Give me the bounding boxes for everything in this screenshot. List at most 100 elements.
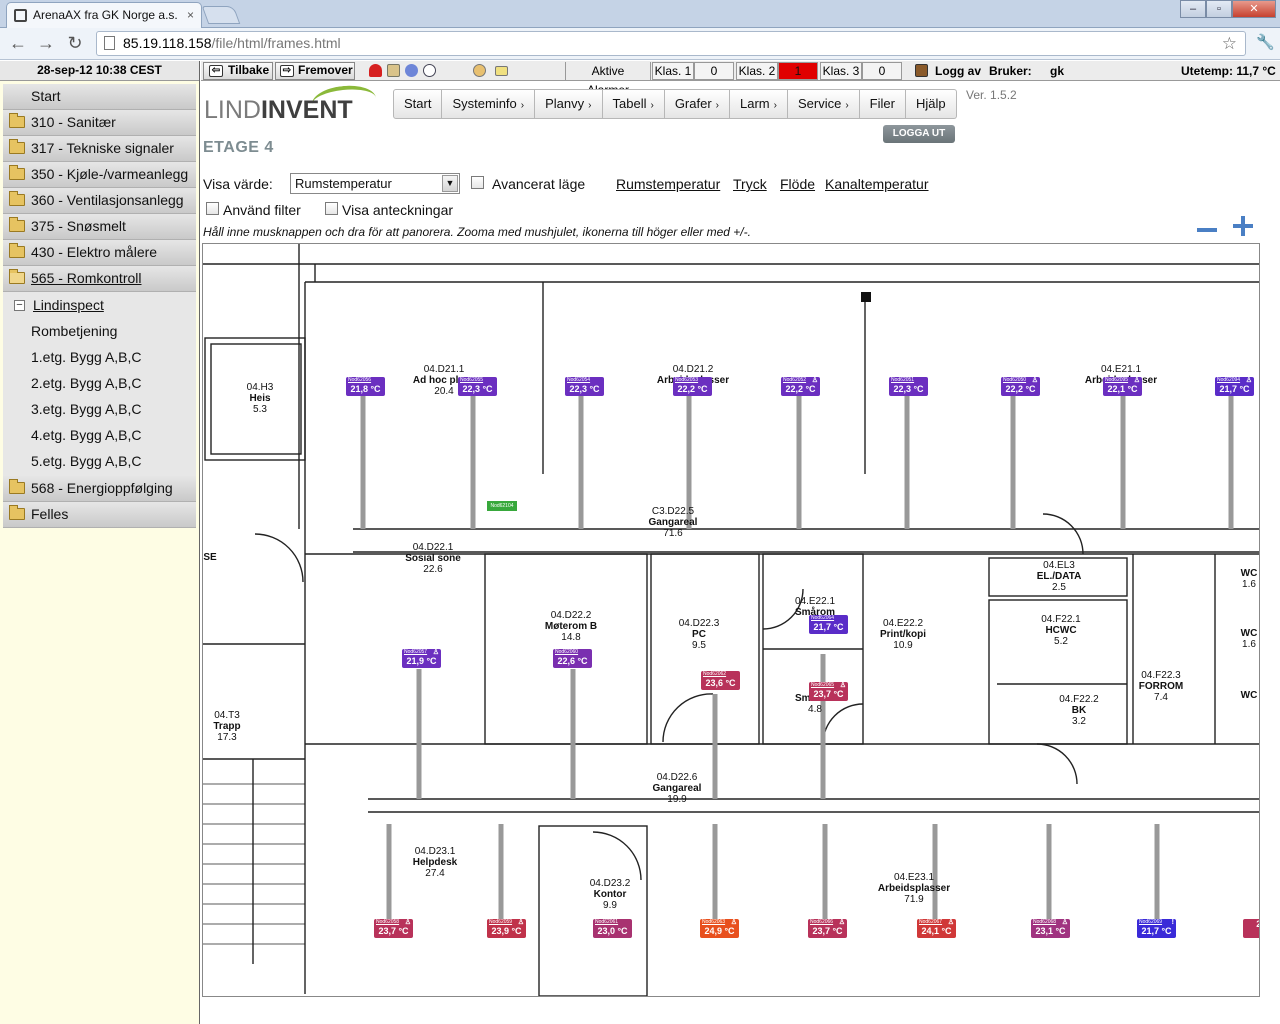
sensor-badge[interactable]: Nod62055 22,3 °C <box>458 377 497 396</box>
sensor-node-id: Nod62069 <box>1139 919 1163 925</box>
link-rumstemperatur[interactable]: Rumstemperatur <box>616 176 720 192</box>
maximize-button[interactable]: ▫ <box>1206 0 1232 18</box>
active-alarms-label[interactable]: Aktive Alarmer <box>565 62 651 97</box>
room-area: 10.9 <box>893 640 913 651</box>
nav-systeminfo[interactable]: Systeminfo › <box>442 89 536 119</box>
sensor-badge[interactable]: Nod62052 22,2 °C ♙ <box>781 377 820 396</box>
nav-hjalp[interactable]: Hjälp <box>905 89 957 119</box>
sensor-badge[interactable]: Nod62051 22,3 °C <box>889 377 928 396</box>
submenu-item-2etg[interactable]: 2.etg. Bygg A,B,C <box>3 370 196 396</box>
sensor-badge[interactable]: Nod62058 23,7 °C ♙ <box>374 919 413 938</box>
sensor-badge[interactable]: Nod62059 23,9 °C ♙ <box>487 919 526 938</box>
menu-start[interactable]: Start <box>3 84 196 110</box>
nav-larm[interactable]: Larm › <box>730 89 788 119</box>
nav-planvy[interactable]: Planvy › <box>535 89 603 119</box>
sensor-badge[interactable]: Nod62066 23,7 °C ♙ <box>808 919 847 938</box>
menu-folder-565[interactable]: 565 - Romkontroll <box>3 266 196 292</box>
door-icon[interactable] <box>915 64 928 77</box>
address-bar[interactable]: 85.19.118.158/file/html/frames.html ☆ <box>96 31 1246 56</box>
new-tab-button[interactable] <box>201 6 241 24</box>
sensor-badge[interactable]: Nod62069 21,7 °C! <box>1137 919 1176 938</box>
close-window-button[interactable]: ✕ <box>1232 0 1276 18</box>
speech-bubble-icon[interactable] <box>423 64 436 77</box>
tab-close-icon[interactable]: × <box>187 3 194 27</box>
sensor-badge[interactable]: Nod62057 21,9 °C ♙ <box>402 649 441 668</box>
submenu-item-5etg[interactable]: 5.etg. Bygg A,B,C <box>3 448 196 474</box>
sensor-badge[interactable]: Nod62094 21,7 °C ♙ <box>1215 377 1254 396</box>
room-id: 04.D23.2 <box>589 878 631 889</box>
sensor-badge[interactable]: Nod62067 24,1 °C ♙ <box>917 919 956 938</box>
menu-folder-317[interactable]: 317 - Tekniske signaler <box>3 136 196 162</box>
collapse-icon[interactable]: − <box>14 300 25 311</box>
nav-start[interactable]: Start <box>393 89 443 119</box>
green-node-badge[interactable]: Nod62104 <box>487 501 517 511</box>
message-icon[interactable] <box>495 66 508 76</box>
sensor-badge[interactable]: 23, <box>1243 919 1259 938</box>
klas3-count[interactable]: 0 <box>862 62 902 80</box>
sensor-badge[interactable]: Nod62054 22,3 °C <box>565 377 604 396</box>
link-kanaltemperatur[interactable]: Kanaltemperatur <box>825 176 929 192</box>
chevron-right-icon: › <box>845 100 849 111</box>
folder-icon <box>9 479 25 494</box>
sensor-badge[interactable]: Nod62064 21,7 °C <box>809 615 848 634</box>
filter-checkbox[interactable] <box>206 202 219 215</box>
sensor-badge[interactable]: Nod62060 22,6 °C <box>553 649 592 668</box>
forward-arrow-icon[interactable]: → <box>34 32 58 56</box>
room-area: 3.2 <box>1072 716 1086 727</box>
sensor-badge[interactable]: Nod62061 23,0 °C <box>593 919 632 938</box>
link-flode[interactable]: Flöde <box>780 176 815 192</box>
logout-link[interactable]: Logg av <box>931 62 985 80</box>
submenu-lindinspect[interactable]: − Lindinspect <box>3 292 196 318</box>
zoom-in-icon[interactable] <box>1233 216 1253 236</box>
nav-tabell[interactable]: Tabell › <box>602 89 665 119</box>
sensor-badge[interactable]: Nod62062 23,6 °C <box>701 671 740 690</box>
browser-titlebar: ArenaAX fra GK Norge a.s. × – ▫ ✕ <box>0 0 1280 28</box>
room-name: Print/kopi <box>879 629 927 640</box>
zoom-out-icon[interactable] <box>1197 228 1217 232</box>
submenu-item-4etg[interactable]: 4.etg. Bygg A,B,C <box>3 422 196 448</box>
alarm-bell-icon[interactable] <box>369 64 382 77</box>
minimize-button[interactable]: – <box>1180 0 1206 18</box>
browser-toolbar: ← → ↻ 85.19.118.158/file/html/frames.htm… <box>0 28 1280 60</box>
submenu-item-3etg[interactable]: 3.etg. Bygg A,B,C <box>3 396 196 422</box>
klas1-count[interactable]: 0 <box>694 62 734 80</box>
sensor-temperature: 21,7 °C <box>1141 926 1172 936</box>
back-button[interactable]: ⇦ Tilbake <box>203 62 273 80</box>
logga-ut-button[interactable]: LOGGA UT <box>883 125 955 143</box>
sensor-badge[interactable]: Nod62056 21,8 °C <box>346 377 385 396</box>
visa-varde-select[interactable]: Rumstemperatur ▼ <box>290 173 460 194</box>
nav-filer[interactable]: Filer <box>859 89 906 119</box>
person-icon[interactable] <box>473 64 486 77</box>
house-icon[interactable] <box>387 64 400 77</box>
floorplan-map[interactable]: 04.H3 Heis 5.3 04.D21.1 Ad hoc plass 20.4 04… <box>202 243 1260 997</box>
menu-folder-430[interactable]: 430 - Elektro målere <box>3 240 196 266</box>
nav-service[interactable]: Service › <box>787 89 860 119</box>
submenu-item-1etg[interactable]: 1.etg. Bygg A,B,C <box>3 344 196 370</box>
menu-folder-568[interactable]: 568 - Energioppfølging <box>3 476 196 502</box>
menu-folder-310[interactable]: 310 - Sanitær <box>3 110 196 136</box>
klas2-count[interactable]: 1 <box>778 62 818 80</box>
bookmark-star-icon[interactable]: ☆ <box>1222 32 1237 55</box>
sensor-badge[interactable]: Nod62095 22,1 °C ♙ <box>1103 377 1142 396</box>
forward-button[interactable]: ⇨ Fremover <box>275 62 355 80</box>
sensor-badge[interactable]: Nod62050 22,2 °C ♙ <box>1001 377 1040 396</box>
wrench-icon[interactable]: 🔧 <box>1256 35 1275 51</box>
back-arrow-icon[interactable]: ← <box>6 32 30 56</box>
advanced-mode-checkbox[interactable] <box>471 176 484 189</box>
menu-folder-350[interactable]: 350 - Kjøle-/varmeanlegg <box>3 162 196 188</box>
submenu-item-rombetjening[interactable]: Rombetjening <box>3 318 196 344</box>
sensor-badge[interactable]: Nod62053 22,2 °C <box>673 377 712 396</box>
link-tryck[interactable]: Tryck <box>733 176 767 192</box>
nav-grafer[interactable]: Grafer › <box>664 89 730 119</box>
submenu-lindinspect-label: Lindinspect <box>33 297 104 313</box>
menu-folder-felles[interactable]: Felles <box>3 502 196 528</box>
reload-icon[interactable]: ↻ <box>63 32 87 56</box>
browser-tab[interactable]: ArenaAX fra GK Norge a.s. × <box>6 2 202 28</box>
sensor-badge[interactable]: Nod62065 23,7 °C ♙ <box>809 682 848 701</box>
menu-folder-360[interactable]: 360 - Ventilasjonsanlegg <box>3 188 196 214</box>
sensor-badge[interactable]: Nod62063 24,9 °C ♙ <box>700 919 739 938</box>
sensor-badge[interactable]: Nod62068 23,1 °C ♙ <box>1031 919 1070 938</box>
notes-checkbox[interactable] <box>325 202 338 215</box>
menu-folder-375[interactable]: 375 - Snøsmelt <box>3 214 196 240</box>
user-icon[interactable] <box>405 64 418 77</box>
